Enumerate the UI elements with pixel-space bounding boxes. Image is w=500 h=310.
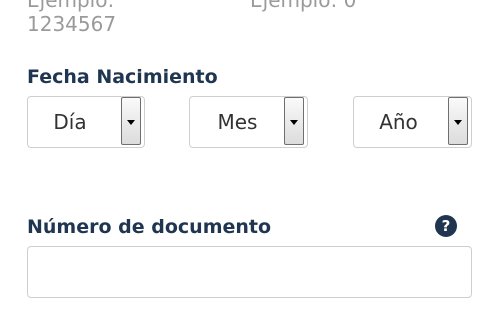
- chevron-down-icon: [127, 120, 135, 125]
- help-icon[interactable]: ?: [435, 215, 457, 237]
- phone-example-hint: Ejemplo: 1234567: [27, 0, 117, 36]
- chevron-down-icon: [290, 120, 298, 125]
- month-select[interactable]: Mes: [189, 96, 308, 148]
- day-select[interactable]: Día: [27, 96, 145, 148]
- month-dropdown-button[interactable]: [284, 97, 304, 145]
- month-select-value: Mes: [217, 110, 258, 134]
- year-select[interactable]: Año: [353, 96, 472, 148]
- document-number-input[interactable]: [27, 246, 472, 298]
- day-select-value: Día: [53, 110, 87, 134]
- year-select-value: Año: [379, 110, 418, 134]
- document-number-label: Número de documento: [27, 216, 272, 238]
- chevron-down-icon: [454, 120, 462, 125]
- other-example-hint: Ejemplo: 0: [250, 0, 357, 12]
- birthdate-label: Fecha Nacimiento: [27, 66, 218, 88]
- year-dropdown-button[interactable]: [448, 97, 468, 145]
- day-dropdown-button[interactable]: [121, 97, 141, 145]
